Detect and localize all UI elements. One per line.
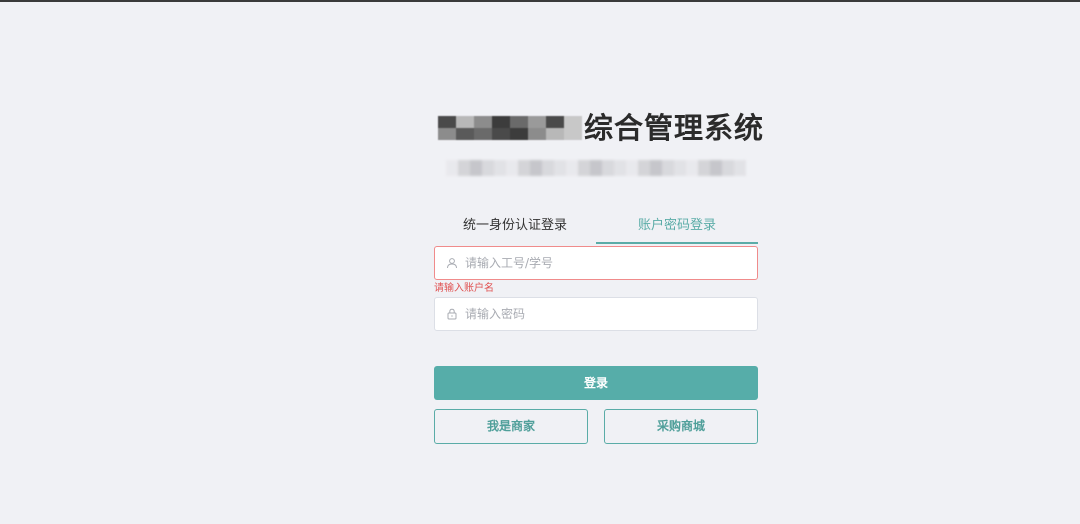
password-field[interactable] (434, 297, 758, 331)
redacted-subtitle (446, 160, 746, 176)
title-suffix: 综合管理系统 (584, 111, 765, 145)
username-error-message: 请输入账户名 (434, 283, 494, 294)
purchase-mall-button[interactable]: 采购商城 (604, 409, 758, 444)
login-button[interactable]: 登录 (434, 366, 758, 400)
password-input[interactable] (465, 299, 745, 329)
username-field[interactable] (434, 246, 758, 280)
redacted-institution-name (438, 116, 582, 140)
user-icon (445, 256, 459, 270)
tab-account-password[interactable]: 账户密码登录 (596, 212, 758, 244)
window-top-border (0, 0, 1080, 2)
tab-unified-auth[interactable]: 统一身份认证登录 (434, 212, 596, 244)
username-input[interactable] (465, 248, 745, 278)
login-tabs: 统一身份认证登录 账户密码登录 (434, 212, 758, 244)
page-title: 综合管理系统 (438, 110, 764, 146)
login-page: 综合管理系统 统一身份认证登录 账户密码登录 请输入账户名 登录 我是商家 采购… (0, 0, 1080, 524)
lock-icon (445, 307, 459, 321)
merchant-button[interactable]: 我是商家 (434, 409, 588, 444)
